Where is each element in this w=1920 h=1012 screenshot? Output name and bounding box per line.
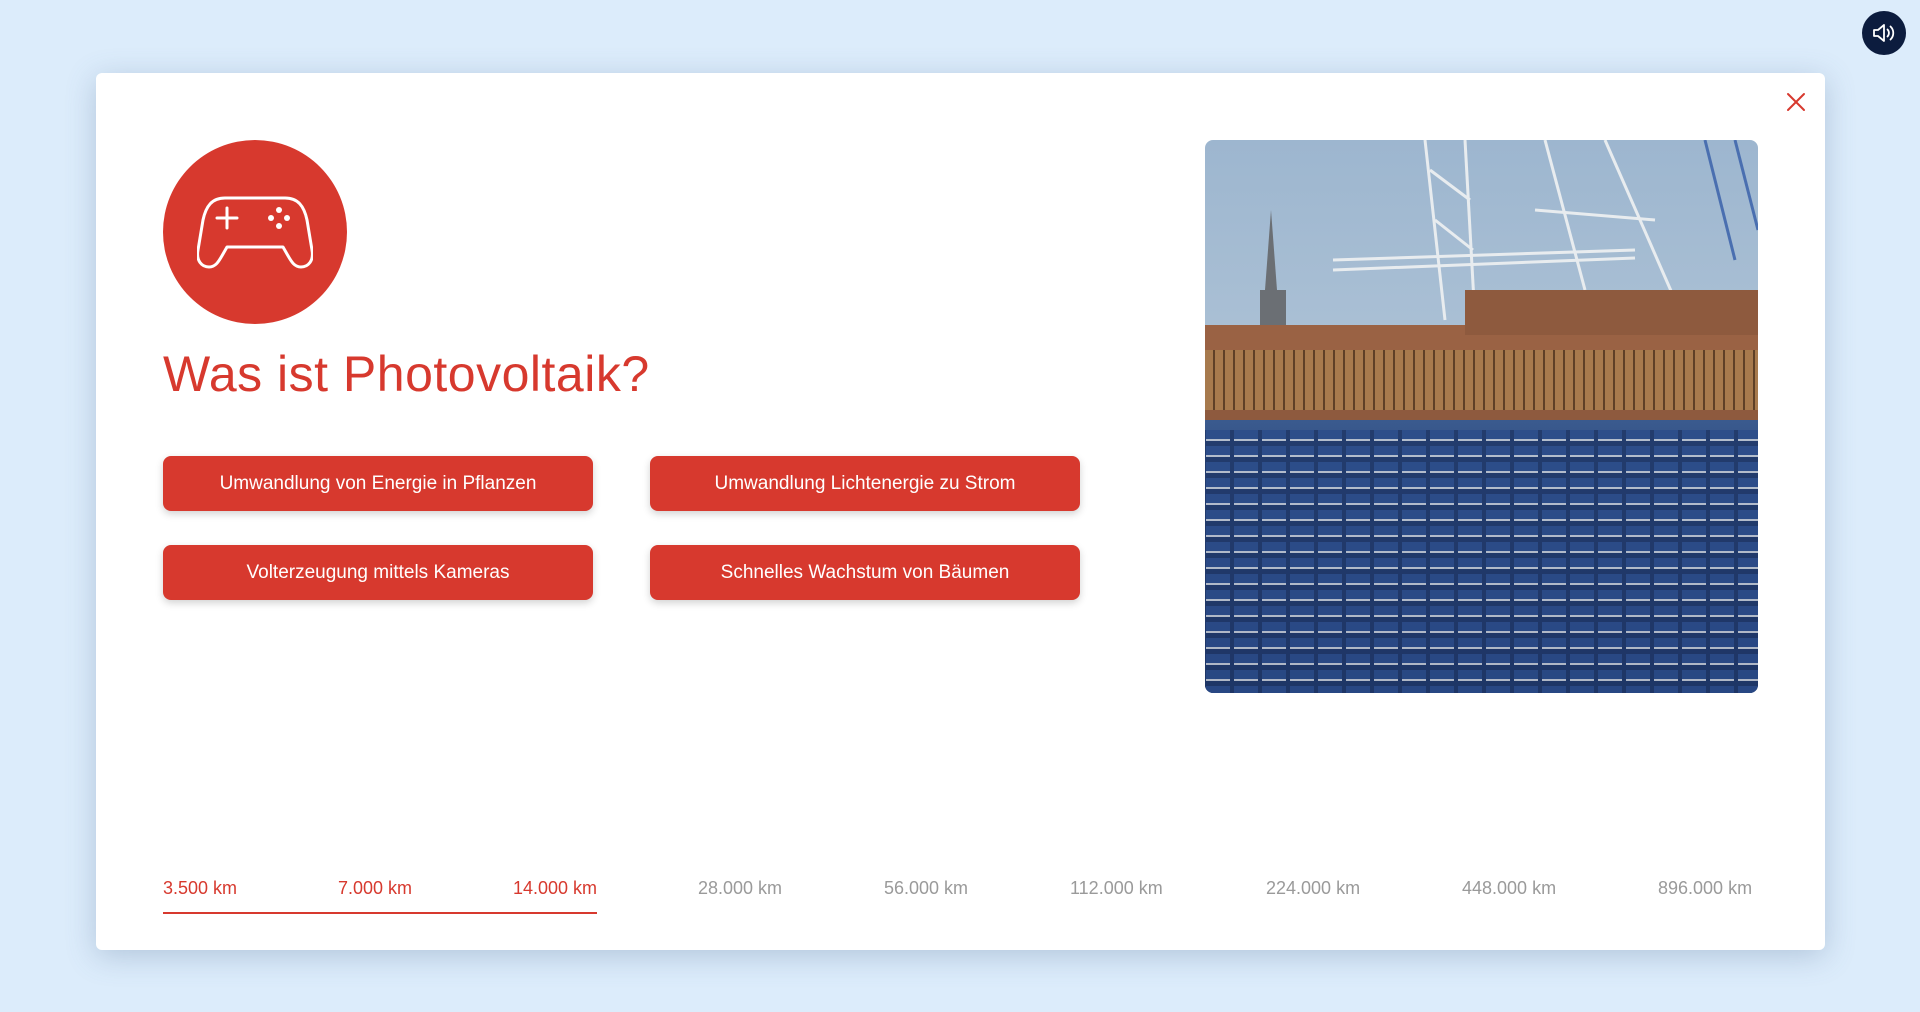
progress-step-2: 7.000 km: [338, 878, 413, 898]
answer-button-1[interactable]: Umwandlung von Energie in Pflanzen: [163, 456, 593, 511]
answer-button-2[interactable]: Umwandlung Lichtenergie zu Strom: [650, 456, 1080, 511]
close-button[interactable]: [1781, 87, 1811, 117]
answer-button-4[interactable]: Schnelles Wachstum von Bäumen: [650, 545, 1080, 600]
progress-step-6: 112.000 km: [1070, 878, 1163, 898]
distance-progress: 3.500 km 7.000 km 14.000 km 28.000 km 56…: [163, 878, 1759, 914]
progress-step-9: 896.000 km: [1658, 878, 1753, 898]
speaker-icon: [1871, 20, 1897, 46]
progress-step-8: 448.000 km: [1462, 878, 1557, 898]
progress-bar-fill: [163, 912, 597, 914]
progress-step-5: 56.000 km: [884, 878, 969, 898]
progress-step-4: 28.000 km: [698, 878, 783, 898]
solar-panels-photo: [1205, 140, 1758, 693]
progress-step-7: 224.000 km: [1266, 878, 1361, 898]
sound-toggle-button[interactable]: [1862, 11, 1906, 55]
question-title: Was ist Photovoltaik?: [163, 346, 650, 402]
progress-step-1: 3.500 km: [163, 878, 238, 898]
progress-step-3: 14.000 km: [513, 878, 598, 898]
quiz-dialog: Was ist Photovoltaik? Umwandlung von Ene…: [96, 73, 1825, 950]
gamepad-icon: [163, 140, 347, 324]
close-icon: [1786, 92, 1806, 112]
answer-button-3[interactable]: Volterzeugung mittels Kameras: [163, 545, 593, 600]
